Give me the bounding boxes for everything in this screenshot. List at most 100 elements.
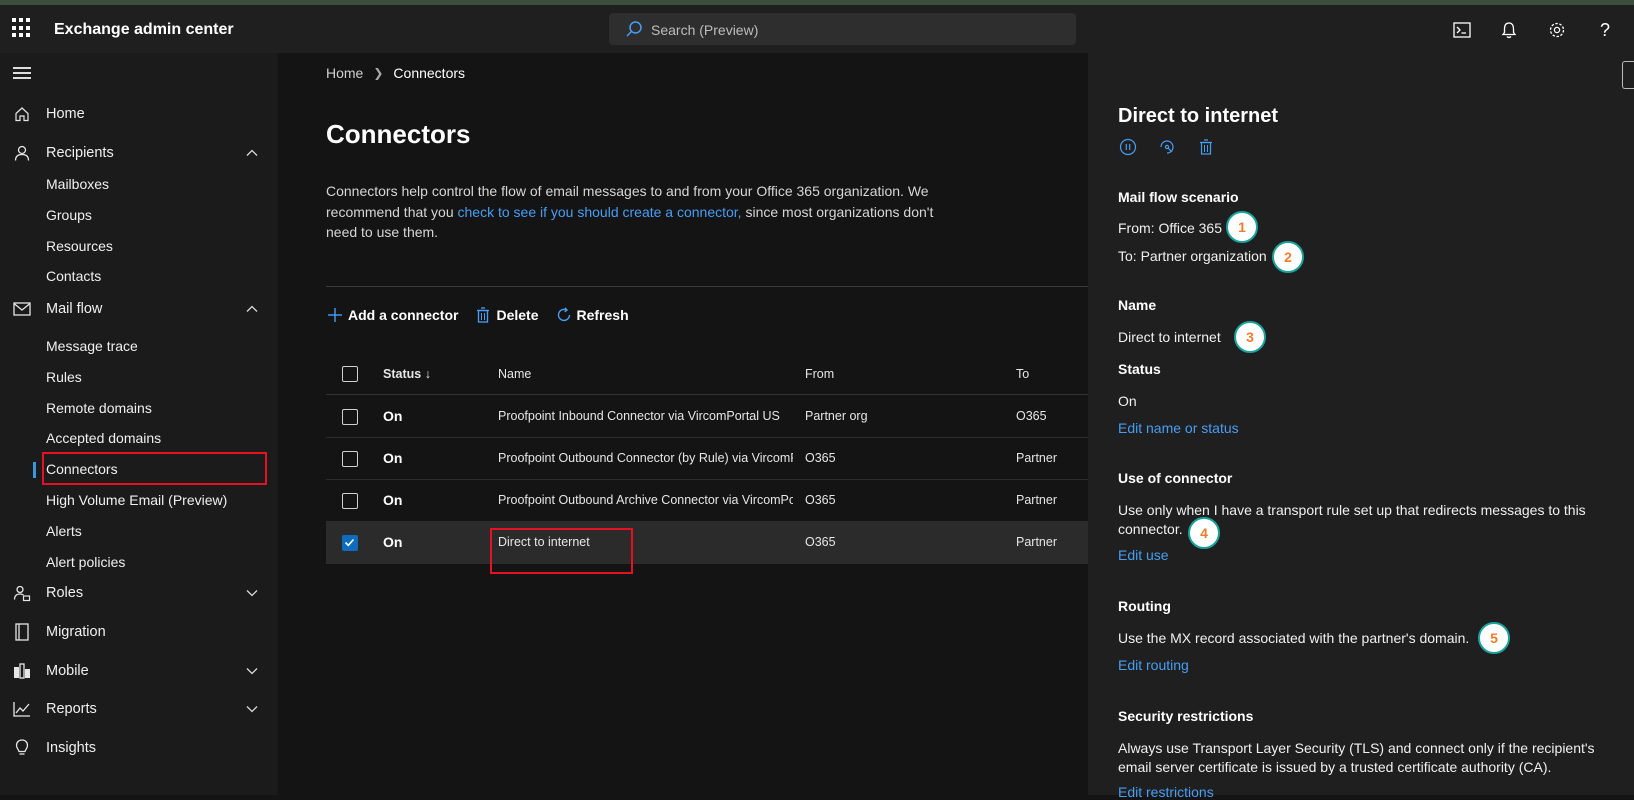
edit-name-status-link[interactable]: Edit name or status [1118, 420, 1239, 436]
table-row[interactable]: On Proofpoint Inbound Connector via Virc… [326, 396, 1088, 438]
nav-alert-policies-label: Alert policies [46, 554, 126, 570]
nav-migration-label: Migration [46, 624, 106, 640]
delete-button[interactable]: Delete [474, 306, 539, 324]
active-indicator [33, 462, 36, 478]
chevron-down-icon[interactable] [244, 663, 260, 679]
callout-2: 2 [1272, 241, 1304, 273]
nav-groups-label: Groups [46, 207, 92, 223]
row-name[interactable]: Proofpoint Inbound Connector via VircomP… [498, 409, 793, 423]
nav-resources[interactable]: Resources [0, 232, 278, 260]
page-description: Connectors help control the flow of emai… [326, 181, 946, 243]
nav-mailboxes-label: Mailboxes [46, 176, 110, 192]
nav-high-volume-email[interactable]: High Volume Email (Preview) [0, 486, 278, 514]
test-connector-icon[interactable] [1157, 137, 1177, 157]
close-panel-button[interactable] [1622, 61, 1634, 89]
search-box[interactable]: Search (Preview) [609, 13, 1076, 45]
app-launcher-icon[interactable] [12, 18, 32, 38]
security-heading: Security restrictions [1118, 708, 1254, 724]
row-from: O365 [805, 451, 836, 465]
nav-accepted-domains[interactable]: Accepted domains [0, 424, 278, 452]
chart-line-icon [12, 699, 32, 719]
chevron-up-icon[interactable] [244, 301, 260, 317]
chevron-down-icon[interactable] [244, 701, 260, 717]
nav-remote-domains[interactable]: Remote domains [0, 394, 278, 422]
hamburger-menu-icon[interactable] [13, 67, 31, 79]
nav-message-trace[interactable]: Message trace [0, 332, 278, 360]
refresh-button[interactable]: Refresh [555, 306, 629, 324]
chevron-up-icon[interactable] [244, 145, 260, 161]
nav-recipients[interactable]: Recipients [0, 137, 278, 169]
nav-roles[interactable]: Roles [0, 577, 278, 609]
nav-accepted-domains-label: Accepted domains [46, 430, 162, 446]
row-name[interactable]: Proofpoint Outbound Archive Connector vi… [498, 493, 793, 507]
row-status: On [383, 408, 403, 424]
status-heading: Status [1118, 361, 1161, 377]
table-row[interactable]: On Proofpoint Outbound Connector (by Rul… [326, 438, 1088, 480]
gear-icon[interactable] [1546, 19, 1568, 41]
table-row-selected[interactable]: On Direct to internet O365 Partner [326, 522, 1088, 564]
sort-down-icon: ↓ [424, 367, 431, 381]
breadcrumb-home[interactable]: Home [326, 65, 363, 81]
edit-use-link[interactable]: Edit use [1118, 547, 1169, 563]
nav-mail-flow-label: Mail flow [46, 301, 103, 317]
check-connector-link[interactable]: check to see if you should create a conn… [458, 204, 742, 220]
chevron-down-icon[interactable] [244, 585, 260, 601]
main-content: Home ❯ Connectors Connectors Connectors … [278, 53, 1088, 795]
table-header: Status ↓ Name From To [326, 353, 1088, 395]
nav-reports[interactable]: Reports [0, 693, 278, 725]
highlight-box-connectors [42, 452, 267, 485]
row-checkbox[interactable] [342, 451, 358, 467]
add-connector-button[interactable]: Add a connector [326, 306, 458, 324]
nav-contacts[interactable]: Contacts [0, 262, 278, 290]
search-input[interactable]: Search (Preview) [651, 22, 758, 38]
terminal-icon[interactable] [1451, 19, 1473, 41]
row-checkbox[interactable] [342, 493, 358, 509]
nav-groups[interactable]: Groups [0, 201, 278, 229]
row-checkbox[interactable] [342, 409, 358, 425]
name-heading: Name [1118, 297, 1157, 313]
edit-routing-link[interactable]: Edit routing [1118, 657, 1189, 673]
nav-insights-label: Insights [46, 740, 96, 756]
edit-restrictions-link[interactable]: Edit restrictions [1118, 784, 1214, 800]
row-status: On [383, 492, 403, 508]
search-icon [625, 20, 643, 43]
name-value: Direct to internet [1118, 329, 1221, 345]
plus-icon [326, 306, 344, 324]
nav-rules[interactable]: Rules [0, 363, 278, 391]
row-to: O365 [1016, 409, 1047, 423]
nav-message-trace-label: Message trace [46, 338, 138, 354]
security-text: Always use Transport Layer Security (TLS… [1118, 740, 1595, 775]
nav-mail-flow[interactable]: Mail flow [0, 293, 278, 325]
nav-mailboxes[interactable]: Mailboxes [0, 170, 278, 198]
row-name[interactable]: Proofpoint Outbound Connector (by Rule) … [498, 451, 793, 465]
delete-label: Delete [496, 307, 539, 323]
select-all-checkbox[interactable] [342, 366, 358, 382]
nav-remote-domains-label: Remote domains [46, 400, 152, 416]
top-header: Exchange admin center Search (Preview) ? [0, 5, 1634, 53]
roles-icon [12, 583, 32, 603]
delete-icon[interactable] [1196, 137, 1216, 157]
bell-icon[interactable] [1498, 19, 1520, 41]
column-from[interactable]: From [805, 367, 834, 381]
help-icon[interactable]: ? [1594, 19, 1616, 41]
row-to: Partner [1016, 451, 1057, 465]
nav-insights[interactable]: Insights [0, 732, 278, 764]
from-line: From: Office 365 [1118, 220, 1223, 236]
row-checkbox-checked[interactable] [342, 535, 358, 551]
table-row[interactable]: On Proofpoint Outbound Archive Connector… [326, 480, 1088, 522]
app-title[interactable]: Exchange admin center [54, 21, 234, 39]
panel-actions [1118, 137, 1235, 157]
column-name[interactable]: Name [498, 367, 531, 381]
column-to[interactable]: To [1016, 367, 1029, 381]
row-from: Partner org [805, 409, 868, 423]
nav-alert-policies[interactable]: Alert policies [0, 548, 278, 576]
left-navigation: Home Recipients Mailboxes Groups Resourc… [0, 53, 278, 795]
to-line: To: Partner organization [1118, 248, 1267, 264]
column-status[interactable]: Status ↓ [383, 367, 431, 381]
nav-mobile[interactable]: Mobile [0, 655, 278, 687]
pause-icon[interactable] [1118, 137, 1138, 157]
nav-home[interactable]: Home [0, 98, 278, 130]
nav-migration[interactable]: Migration [0, 616, 278, 648]
status-value: On [1118, 393, 1137, 409]
nav-alerts[interactable]: Alerts [0, 517, 278, 545]
